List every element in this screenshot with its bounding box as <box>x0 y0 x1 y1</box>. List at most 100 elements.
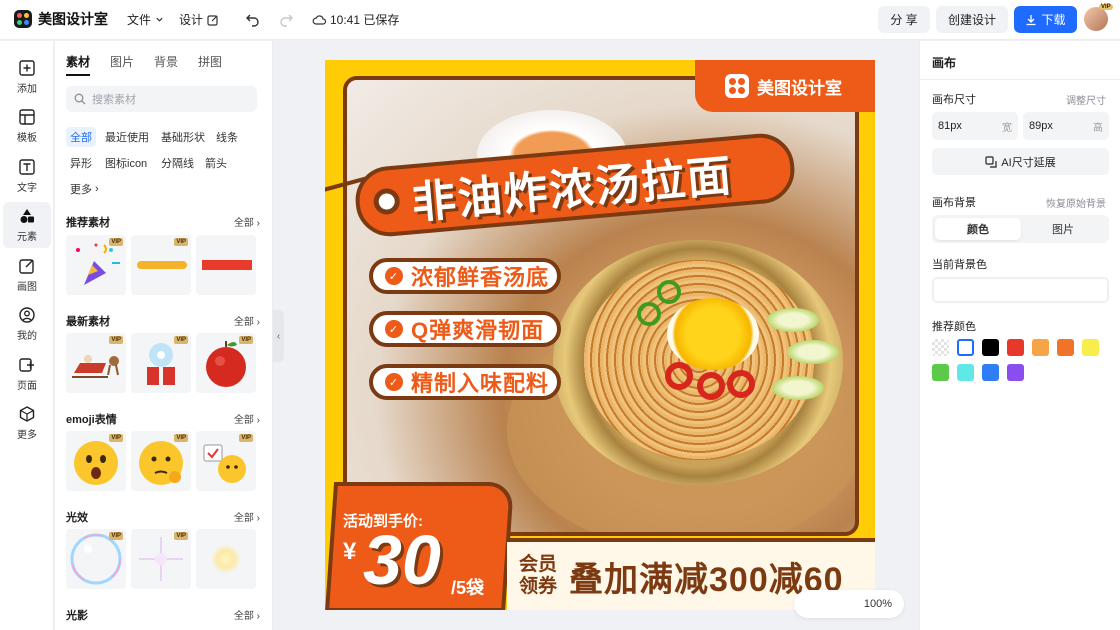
undo-icon[interactable] <box>244 10 262 28</box>
swatch-transparent[interactable] <box>932 339 949 356</box>
recommended-colors-label: 推荐颜色 <box>932 321 976 333</box>
bg-type-toggle: 颜色 图片 <box>932 215 1109 243</box>
feature-pill-2[interactable]: ✓ Q弹爽滑韧面 <box>369 311 561 347</box>
width-input[interactable]: 81px 宽 <box>932 112 1018 140</box>
file-menu[interactable]: 文件 <box>127 11 164 28</box>
create-design-button[interactable]: 创建设计 <box>936 6 1008 33</box>
design-menu[interactable]: 设计 <box>179 11 219 28</box>
rail-item-text[interactable]: 文字 <box>3 153 51 199</box>
check-icon: ✓ <box>385 373 403 391</box>
brand-logo-icon <box>725 74 749 98</box>
asset-panel: 素材 图片 背景 拼图 搜索素材 全部 最近使用 基础形状 线条 异形 图标ic… <box>55 41 273 630</box>
see-all-link[interactable]: 全部 › <box>234 607 260 623</box>
rail-item-template[interactable]: 模板 <box>3 103 51 149</box>
design-menu-label: 设计 <box>179 13 204 27</box>
asset-tile-bar[interactable] <box>196 235 256 295</box>
swatch-green[interactable] <box>932 364 949 381</box>
see-all-link[interactable]: 全部 › <box>234 313 260 329</box>
rail-label: 页面 <box>17 381 37 392</box>
box-icon <box>19 406 35 422</box>
rail-label: 文字 <box>17 183 37 194</box>
feature-pill-3[interactable]: ✓ 精制入味配料 <box>369 364 561 400</box>
tab-collage[interactable]: 拼图 <box>198 53 222 76</box>
asset-tile-gift[interactable]: VIP <box>131 333 191 393</box>
share-button[interactable]: 分 享 <box>878 6 930 33</box>
vip-badge: VIP <box>1099 4 1113 10</box>
chip-recent[interactable]: 最近使用 <box>101 127 153 147</box>
current-bg-color-field[interactable] <box>932 277 1109 303</box>
swatch-orange[interactable] <box>1057 339 1074 356</box>
seg-image[interactable]: 图片 <box>1020 218 1106 240</box>
asset-tile-apple[interactable]: VIP <box>196 333 256 393</box>
see-all-link[interactable]: 全部 › <box>234 411 260 427</box>
tab-images[interactable]: 图片 <box>110 53 134 76</box>
swatch-red[interactable] <box>1007 339 1024 356</box>
text-icon <box>19 159 35 175</box>
expand-icon <box>985 155 997 168</box>
swatch-blue[interactable] <box>982 364 999 381</box>
asset-tile-shocked-emoji[interactable]: VIP <box>66 431 126 491</box>
edit-square-icon <box>207 14 218 26</box>
redo-icon[interactable] <box>277 10 295 28</box>
check-icon: ✓ <box>385 267 403 285</box>
tab-materials[interactable]: 素材 <box>66 53 91 76</box>
chip-icons[interactable]: 图标icon <box>101 153 151 173</box>
restore-bg-link[interactable]: 恢复原始背景 <box>1046 195 1106 210</box>
asset-tile-bubble[interactable]: VIP <box>66 529 126 589</box>
canvas-size-label: 画布尺寸 <box>932 94 976 106</box>
rail-item-add[interactable]: 添加 <box>3 54 51 100</box>
swatch-yellow[interactable] <box>1082 339 1099 356</box>
member-tag-line1: 会员 <box>519 554 558 575</box>
swatch-purple[interactable] <box>1007 364 1024 381</box>
vip-badge: VIP <box>109 336 123 344</box>
swatch-cyan[interactable] <box>957 364 974 381</box>
chili-ring <box>727 370 755 398</box>
feature-pill-1[interactable]: ✓ 浓郁鲜香汤底 <box>369 258 561 294</box>
asset-tile-glow[interactable] <box>196 529 256 589</box>
rail-item-elements[interactable]: 元素 <box>3 202 51 248</box>
user-avatar[interactable] <box>1084 7 1108 31</box>
chip-lines[interactable]: 线条 <box>212 127 242 147</box>
asset-tile-confetti[interactable]: VIP <box>66 235 126 295</box>
chip-all[interactable]: 全部 <box>66 127 96 147</box>
asset-tile-sleigh[interactable]: VIP <box>66 333 126 393</box>
zoom-control[interactable]: 100% <box>794 590 904 618</box>
tab-backgrounds[interactable]: 背景 <box>154 53 178 76</box>
rail-label: 画图 <box>17 282 37 293</box>
height-input[interactable]: 89px 高 <box>1023 112 1109 140</box>
member-tag-line2: 领券 <box>519 576 558 597</box>
section-latest: 最新素材 全部 › <box>66 313 260 329</box>
see-all-label: 全部 <box>233 415 254 426</box>
vip-badge: VIP <box>174 434 188 442</box>
asset-tile-brush[interactable]: VIP <box>131 235 191 295</box>
asset-tile-thinking-emoji[interactable]: VIP <box>131 431 191 491</box>
poster-brand-tag[interactable]: 美图设计室 <box>695 60 875 112</box>
see-all-link[interactable]: 全部 › <box>234 509 260 525</box>
search-input[interactable]: 搜索素材 <box>66 86 257 112</box>
chip-more[interactable]: 更多 › <box>66 179 103 199</box>
rail-item-draw[interactable]: 画图 <box>3 252 51 298</box>
collapse-panel-button[interactable]: ‹ <box>273 310 284 362</box>
swatch-light-orange[interactable] <box>1032 339 1049 356</box>
chip-basic-shapes[interactable]: 基础形状 <box>157 127 209 147</box>
swatch-white[interactable] <box>957 339 974 356</box>
app-logo[interactable]: 美图设计室 <box>14 9 108 29</box>
download-button[interactable]: 下载 <box>1014 6 1077 33</box>
see-all-label: 全部 <box>233 317 254 328</box>
chip-arrows[interactable]: 箭头 <box>201 153 231 173</box>
see-all-link[interactable]: 全部 › <box>234 214 260 230</box>
ai-resize-button[interactable]: AI尺寸延展 <box>932 148 1109 175</box>
resize-link[interactable]: 调整尺寸 <box>1066 92 1106 107</box>
section-shadow: 光影 全部 › <box>66 607 260 623</box>
chip-irregular[interactable]: 异形 <box>66 153 96 173</box>
height-unit: 高 <box>1093 122 1103 134</box>
chip-dividers[interactable]: 分隔线 <box>157 153 198 173</box>
seg-color[interactable]: 颜色 <box>935 218 1021 240</box>
asset-tile-vote-emoji[interactable]: VIP <box>196 431 256 491</box>
rail-item-mine[interactable]: 我的 <box>3 301 51 347</box>
rail-item-pages[interactable]: 页面 <box>3 351 51 397</box>
asset-tile-sparkle[interactable]: VIP <box>131 529 191 589</box>
rail-item-more[interactable]: 更多 <box>3 400 51 446</box>
swatch-black[interactable] <box>982 339 999 356</box>
design-canvas[interactable]: 美图设计室 非油炸浓汤拉面 ✓ 浓郁鲜香汤底 ✓ Q弹爽滑韧面 ✓ 精制入味配料 活动… <box>325 60 875 610</box>
